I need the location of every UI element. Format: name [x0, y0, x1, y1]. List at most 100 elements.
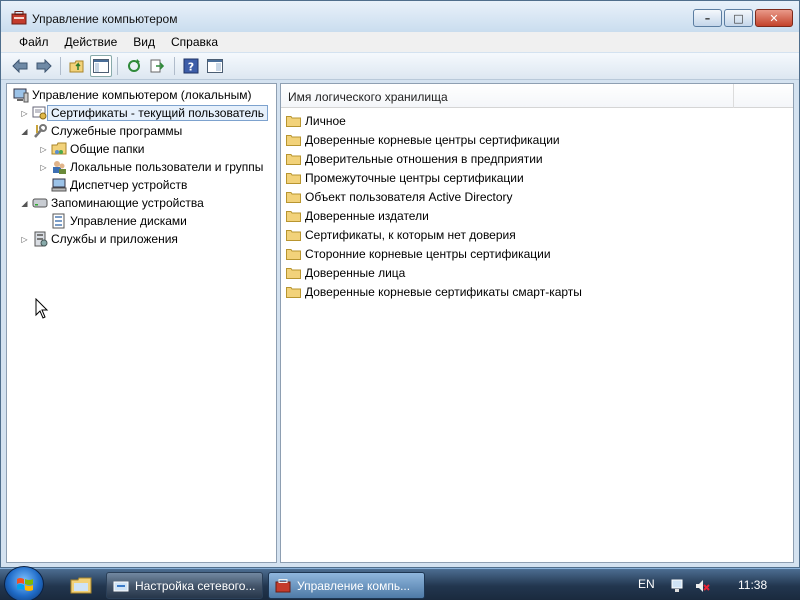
- expand-icon[interactable]: ▷: [19, 235, 30, 244]
- list-item-label: Доверенные лица: [305, 265, 406, 280]
- taskbar-button-label: Управление компь...: [297, 578, 411, 593]
- mouse-cursor-icon: [35, 298, 49, 319]
- taskbar-button-label: Настройка сетевого...: [135, 578, 256, 593]
- list-item[interactable]: Доверенные корневые центры сертификации: [286, 130, 560, 149]
- taskbar-button-computer-management[interactable]: Управление компь...: [268, 572, 425, 599]
- list-item[interactable]: Доверительные отношения в предприятии: [286, 149, 543, 168]
- export-list-button[interactable]: [147, 55, 169, 77]
- column-divider[interactable]: [733, 84, 734, 108]
- help-icon: ?: [183, 58, 199, 74]
- list-item-label: Доверенные корневые центры сертификации: [305, 132, 560, 147]
- tree-item-utilities[interactable]: ◢ Служебные программы: [19, 122, 182, 140]
- list-item[interactable]: Сторонние корневые центры сертификации: [286, 244, 551, 263]
- tree-item-root[interactable]: Управление компьютером (локальным): [11, 86, 252, 104]
- list-item[interactable]: Объект пользователя Active Directory: [286, 187, 513, 206]
- computer-management-icon: [11, 11, 27, 25]
- up-level-button[interactable]: [66, 55, 88, 77]
- menu-bar: Файл Действие Вид Справка: [1, 32, 799, 52]
- show-hide-tree-button[interactable]: [90, 55, 112, 77]
- list-item-label: Доверенные корневые сертификаты смарт-ка…: [305, 284, 582, 299]
- collapse-icon[interactable]: ◢: [19, 199, 30, 208]
- folder-icon: [286, 286, 301, 298]
- list-item[interactable]: Доверенные лица: [286, 263, 405, 282]
- menu-file[interactable]: Файл: [11, 32, 57, 52]
- taskbar-button-network-settings[interactable]: Настройка сетевого...: [106, 572, 263, 599]
- tree-label: Служебные программы: [51, 124, 183, 138]
- folder-icon: [286, 248, 301, 260]
- column-header[interactable]: Имя логического хранилища: [281, 84, 793, 108]
- tree-label: Общие папки: [70, 142, 145, 156]
- tree-item-services[interactable]: ▷ Службы и приложения: [19, 230, 178, 248]
- expand-icon[interactable]: ▷: [19, 109, 30, 118]
- list-item[interactable]: Промежуточные центры сертификации: [286, 168, 524, 187]
- maximize-icon: □: [733, 11, 744, 25]
- collapse-icon[interactable]: ◢: [19, 127, 30, 136]
- volume-muted-icon[interactable]: [694, 578, 710, 594]
- close-button[interactable]: ✕: [755, 9, 793, 27]
- tree-item-certificates[interactable]: ▷ Сертификаты - текущий пользователь: [19, 104, 269, 122]
- language-indicator[interactable]: EN: [638, 577, 655, 591]
- window-title: Управление компьютером: [32, 12, 178, 26]
- column-header-name[interactable]: Имя логического хранилища: [288, 90, 448, 104]
- computer-management-icon: [275, 578, 291, 592]
- list-item-label: Промежуточные центры сертификации: [305, 170, 524, 185]
- menu-action[interactable]: Действие: [57, 32, 126, 52]
- help-button[interactable]: ?: [180, 55, 202, 77]
- toolbar-separator: [117, 57, 118, 75]
- network-tray-icon[interactable]: [670, 578, 686, 594]
- maximize-button[interactable]: □: [724, 9, 753, 27]
- back-button[interactable]: [9, 55, 31, 77]
- folder-icon: [286, 115, 301, 127]
- services-icon: [34, 231, 48, 247]
- users-icon: [53, 161, 66, 174]
- result-pane[interactable]: Имя логического хранилища Личное Доверенн…: [280, 83, 794, 563]
- system-clock[interactable]: 11:38: [738, 578, 767, 592]
- forward-arrow-icon: [36, 59, 52, 73]
- folder-icon: [286, 229, 301, 241]
- tree-item-shared-folders[interactable]: ▷ Общие папки: [38, 140, 144, 158]
- folder-icon: [286, 134, 301, 146]
- expand-icon[interactable]: ▷: [38, 163, 49, 172]
- properties-button[interactable]: [204, 55, 226, 77]
- tools-icon: [34, 124, 47, 138]
- folder-icon: [286, 267, 301, 279]
- tree-label: Управление дисками: [70, 214, 187, 228]
- menu-view[interactable]: Вид: [125, 32, 163, 52]
- windows-logo-icon: [17, 578, 33, 591]
- expand-icon[interactable]: ▷: [38, 145, 49, 154]
- tree-label: Запоминающие устройства: [51, 196, 204, 210]
- minimize-button[interactable]: –: [693, 9, 722, 27]
- explorer-quicklaunch-icon[interactable]: [70, 576, 92, 594]
- list-item-label: Объект пользователя Active Directory: [305, 189, 513, 204]
- tree-item-storage[interactable]: ◢ Запоминающие устройства: [19, 194, 204, 212]
- close-icon: ✕: [769, 11, 779, 25]
- export-list-icon: [150, 59, 165, 73]
- folder-icon: [286, 191, 301, 203]
- taskbar: Настройка сетевого... Управление компь..…: [0, 566, 800, 600]
- tree-item-local-users[interactable]: ▷ Локальные пользователи и группы: [38, 158, 263, 176]
- tree-label: Сертификаты - текущий пользователь: [47, 105, 269, 121]
- list-item[interactable]: Сертификаты, к которым нет доверия: [286, 225, 516, 244]
- toolbar: ?: [1, 53, 799, 80]
- tree-item-disk-management[interactable]: Управление дисками: [49, 212, 187, 230]
- list-item[interactable]: Доверенные корневые сертификаты смарт-ка…: [286, 282, 582, 301]
- title-bar[interactable]: Управление компьютером – □ ✕: [1, 1, 799, 33]
- console-tree[interactable]: Управление компьютером (локальным) ▷ Сер…: [6, 83, 277, 563]
- folder-icon: [286, 210, 301, 222]
- device-manager-icon: [51, 178, 67, 192]
- tree-label: Службы и приложения: [51, 232, 178, 246]
- tree-item-device-manager[interactable]: Диспетчер устройств: [49, 176, 187, 194]
- list-item-label: Доверенные издатели: [305, 208, 429, 223]
- svg-text:?: ?: [188, 61, 194, 74]
- toolbar-separator: [60, 57, 61, 75]
- menu-help[interactable]: Справка: [163, 32, 226, 52]
- list-item[interactable]: Доверенные издатели: [286, 206, 429, 225]
- tree-label: Локальные пользователи и группы: [70, 160, 264, 174]
- start-button[interactable]: [4, 566, 44, 600]
- refresh-button[interactable]: [123, 55, 145, 77]
- list-item[interactable]: Личное: [286, 111, 346, 130]
- forward-button[interactable]: [33, 55, 55, 77]
- disk-management-icon: [52, 213, 65, 229]
- folder-icon: [286, 153, 301, 165]
- toolbar-separator: [174, 57, 175, 75]
